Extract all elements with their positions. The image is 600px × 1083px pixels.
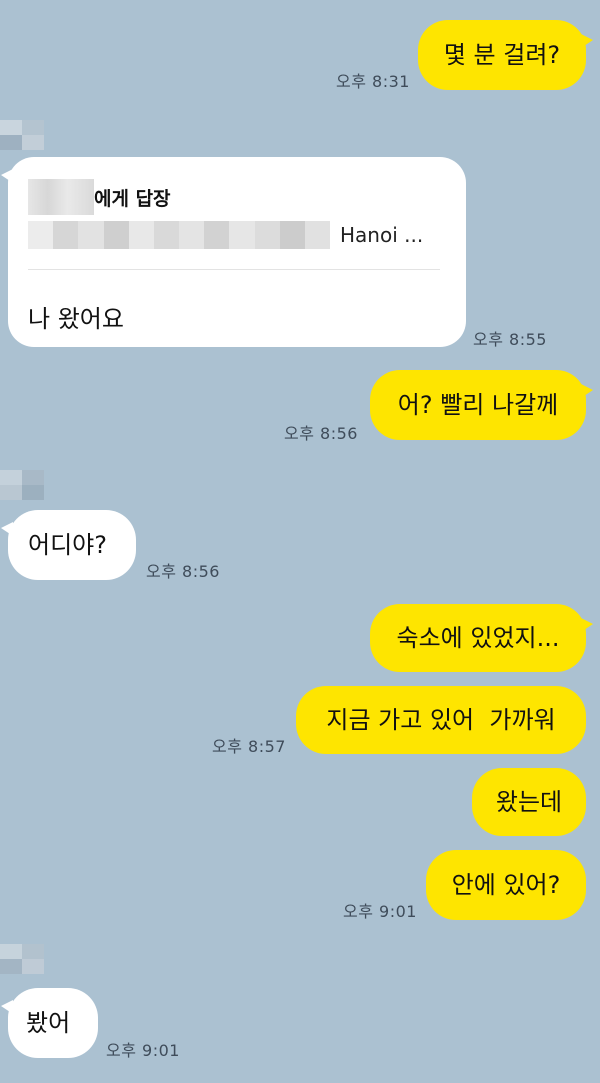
message-text: 몇 분 걸려? [443, 41, 561, 69]
blurred-name [28, 179, 94, 215]
message-time: 오후 8:57 [212, 737, 286, 756]
avatar[interactable] [0, 470, 44, 500]
message-time: 오후 9:01 [343, 902, 417, 921]
avatar[interactable] [0, 944, 44, 974]
message-time: 오후 9:01 [106, 1041, 180, 1060]
my-message-bubble[interactable]: 어? 빨리 나갈께 [370, 370, 593, 440]
message-text: 안에 있어? [451, 871, 561, 899]
avatar[interactable] [0, 120, 44, 150]
reply-header: 에게 답장 [28, 179, 171, 215]
message-time: 오후 8:55 [473, 330, 547, 349]
message-text: 어? 빨리 나갈께 [397, 391, 559, 419]
blurred-quote [28, 221, 331, 249]
message-time: 오후 8:56 [284, 424, 358, 443]
reply-divider [28, 269, 440, 270]
my-message-bubble[interactable]: 숙소에 있었지... [370, 604, 593, 672]
reply-message-bubble[interactable]: 에게 답장 Hanoi ... 나 왔어요 [1, 157, 466, 347]
message-text: 지금 가고 있어 가까워 [326, 706, 556, 734]
their-message-bubble[interactable]: 어디야? [1, 510, 136, 580]
my-message-bubble[interactable]: 왔는데 [472, 768, 586, 836]
reply-quote[interactable]: Hanoi ... [28, 221, 423, 249]
my-message-bubble[interactable]: 몇 분 걸려? [418, 20, 593, 90]
message-time: 오후 8:56 [146, 562, 220, 581]
message-text: 왔는데 [495, 788, 563, 816]
my-message-bubble[interactable]: 안에 있어? [426, 850, 586, 920]
their-message-bubble[interactable]: 봤어 [1, 988, 98, 1058]
my-message-bubble[interactable]: 지금 가고 있어 가까워 [296, 686, 586, 754]
message-text: 나 왔어요 [28, 305, 124, 333]
message-text: 봤어 [26, 1009, 71, 1037]
quote-text: Hanoi ... [340, 223, 424, 247]
message-text: 숙소에 있었지... [396, 624, 560, 652]
message-text: 어디야? [28, 531, 107, 559]
reply-header-label: 에게 답장 [94, 187, 171, 210]
message-time: 오후 8:31 [336, 72, 410, 91]
